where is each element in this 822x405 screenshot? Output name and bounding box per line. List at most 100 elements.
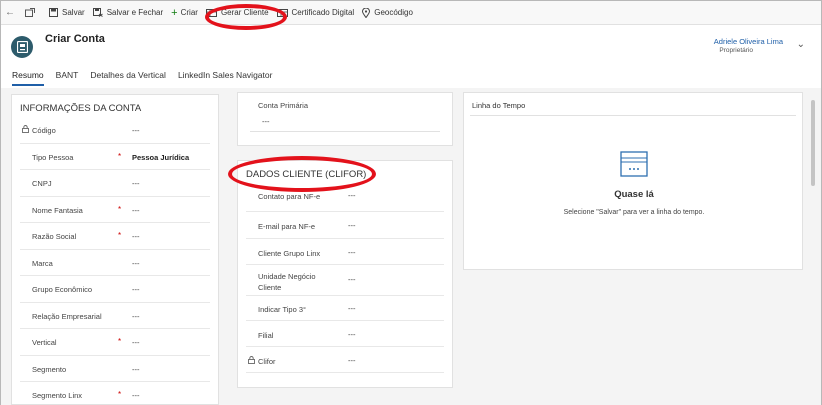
form-field-row: Razão Social * --- [20,223,210,250]
field-label: Segmento [32,364,67,374]
field-label: E-mail para NF-e [258,222,316,231]
form-field-row: Cliente Grupo Linx --- [246,239,444,265]
field-value[interactable]: --- [132,232,140,241]
field-label: Clifor [258,357,276,366]
form-field-row: Tipo Pessoa * Pessoa Jurídica [20,144,210,170]
form-field-row: Segmento --- [20,356,210,382]
field-label: Nome Fantasia [32,205,83,215]
tab-detalhes-vertical[interactable]: Detalhes da Vertical [90,68,166,86]
primary-contact-field[interactable]: --- [262,117,270,126]
owner-role-label: Proprietário [719,47,753,54]
field-label: Marca [32,258,53,268]
form-field-row: Marca --- [20,250,210,276]
timeline-heading: Quase lá [614,189,654,200]
field-value[interactable]: --- [132,126,140,135]
form-content: INFORMAÇÕES DA CONTA Código --- Tipo Pesso… [1,88,821,405]
field-value[interactable]: --- [132,259,140,268]
scrollbar-thumb[interactable] [811,100,815,186]
field-label: Unidade Negócio Cliente [258,272,316,292]
popout-button[interactable] [19,1,45,25]
save-icon [49,8,58,17]
save-label: Salvar [62,8,85,17]
timeline-empty-icon [620,151,648,179]
record-header: Criar Conta Adriele Oliveira Lima Propri… [1,25,821,65]
save-button[interactable]: Salvar [45,1,89,25]
timeline-section: Linha do Tempo Quase lá Selecione "Salva… [463,92,803,270]
field-label: Cliente Grupo Linx [258,249,321,258]
field-value[interactable]: --- [132,179,140,188]
field-label: Tipo Pessoa [32,152,74,162]
field-value[interactable]: --- [132,391,140,400]
field-label: Segmento Linx [32,391,83,400]
save-close-icon [92,8,103,17]
table-icon [205,8,217,17]
field-value[interactable]: Pessoa Jurídica [132,153,189,162]
field-value[interactable]: --- [348,221,356,230]
form-field-row: Contato para NF-e --- [246,185,444,212]
field-value[interactable]: --- [132,285,140,294]
required-indicator: * [118,231,122,240]
field-value[interactable]: --- [348,356,356,365]
plus-icon: + [171,6,178,19]
field-value[interactable]: --- [132,365,140,374]
form-field-row: Filial --- [246,321,444,347]
field-value[interactable]: --- [132,312,140,321]
chevron-down-icon[interactable]: ⌄ [797,39,805,50]
account-entity-icon [11,36,33,58]
field-label: Relação Empresarial [32,311,102,321]
field-value[interactable]: --- [132,338,140,347]
required-indicator: * [118,151,122,161]
form-field-row: Clifor --- [246,347,444,373]
section-title: INFORMAÇÕES DA CONTA [20,103,142,114]
field-value[interactable]: --- [132,206,140,215]
form-tabs: Resumo BANT Detalhes da Vertical LinkedI… [12,68,284,86]
lock-icon [22,125,29,135]
geocode-label: Geocódigo [374,8,413,17]
field-label: Razão Social [32,232,77,241]
field-value[interactable]: --- [348,191,356,200]
certificate-button[interactable]: Certificado Digital [273,1,359,25]
divider [250,131,440,132]
generate-client-button[interactable]: Gerar Cliente [202,1,273,25]
form-field-row: Código --- [20,117,210,144]
required-indicator: * [118,204,122,214]
owner-name-link[interactable]: Adriele Oliveira Lima [714,37,783,46]
form-field-row: Segmento Linx * --- [20,382,210,404]
section-title: DADOS CLIENTE (CLIFOR) [246,169,367,180]
form-field-row: Indicar Tipo 3° --- [246,296,444,321]
field-value[interactable]: --- [348,304,356,313]
back-arrow-icon[interactable]: ← [1,1,19,25]
timeline-title: Linha do Tempo [472,101,526,110]
tab-bant[interactable]: BANT [56,68,79,86]
tab-resumo[interactable]: Resumo [12,68,44,86]
generate-client-label: Gerar Cliente [220,8,269,17]
form-field-row: Unidade Negócio Cliente --- [246,265,444,296]
field-label: Código [32,126,56,135]
certificate-label: Certificado Digital [291,8,355,17]
save-and-close-button[interactable]: Salvar e Fechar [89,1,167,25]
location-pin-icon [362,7,371,18]
popout-icon [25,8,35,17]
geocode-button[interactable]: Geocódigo [358,1,417,25]
form-field-row: E-mail para NF-e --- [246,212,444,239]
form-field-row: Vertical * --- [20,329,210,356]
timeline-message: Selecione "Salvar" para ver a linha do t… [563,209,705,216]
primary-contact-section: Conta Primária --- [237,92,453,146]
page-title: Criar Conta [45,33,105,45]
field-label: CNPJ [32,179,52,188]
form-field-row: Nome Fantasia * --- [20,197,210,223]
field-value[interactable]: --- [348,330,356,339]
field-value[interactable]: --- [348,275,356,284]
divider [470,115,796,116]
field-label: Indicar Tipo 3° [258,305,307,314]
field-value[interactable]: --- [348,248,356,257]
client-data-section: DADOS CLIENTE (CLIFOR) Contato para NF-e… [237,160,453,388]
command-bar: ← Salvar Salvar e Fechar + Criar Gerar C… [1,1,821,25]
field-label: Filial [258,331,274,340]
required-indicator: * [118,337,122,346]
tab-linkedin-sales-navigator[interactable]: LinkedIn Sales Navigator [178,68,273,86]
new-label: Criar [180,8,198,17]
table-icon [276,8,288,17]
new-button[interactable]: + Criar [167,1,202,25]
field-label: Contato para NF-e [258,192,321,201]
